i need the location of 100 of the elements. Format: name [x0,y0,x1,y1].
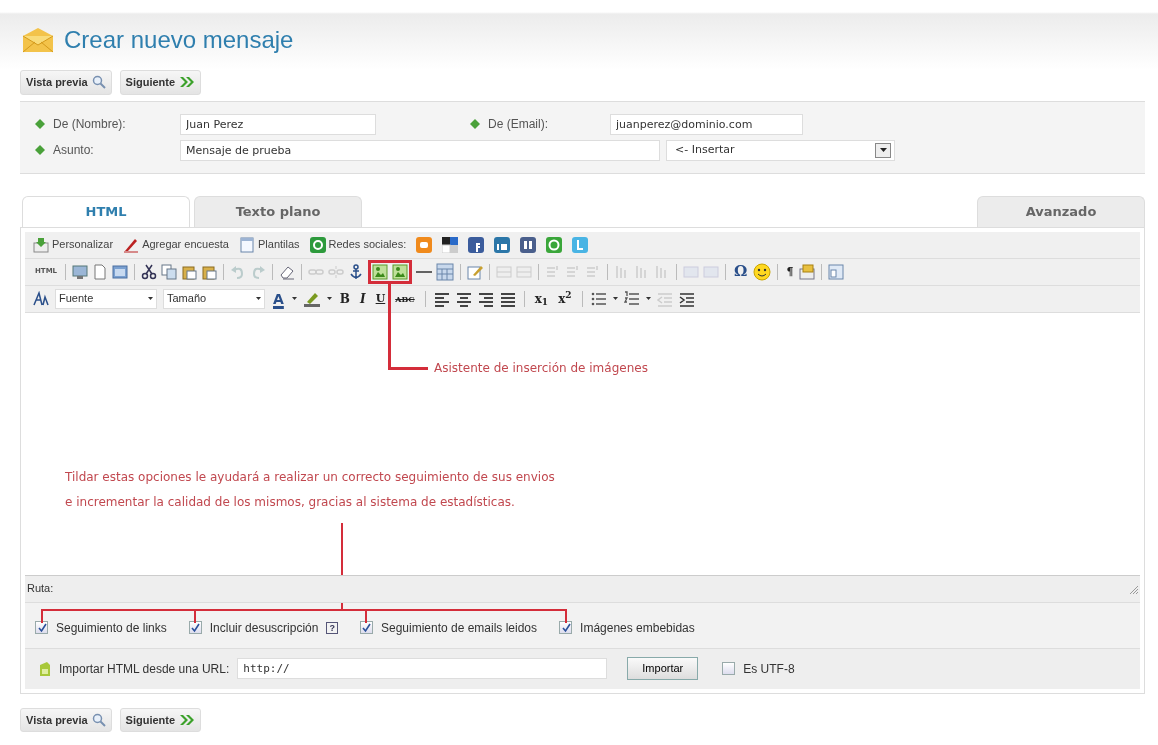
check-icon [36,622,47,633]
highlight-frame [368,259,413,284]
window-icon[interactable] [112,263,129,280]
special-character-button[interactable]: Ω [732,264,750,279]
help-button[interactable]: ? [326,621,338,634]
social-network-icon[interactable] [442,236,459,253]
paragraph-mark-button[interactable]: ¶ [784,266,796,277]
preview-button[interactable]: Vista previa [20,70,112,95]
dropdown[interactable]: Tamaño [163,288,265,309]
double-chevron-icon [179,713,196,726]
align-icon[interactable] [455,290,472,307]
annotation-text: Tildar estas opciones le ayudará a realizar un correcto seguimiento de sus envios [65,468,555,486]
double-chevron-icon [179,76,196,89]
checkbox[interactable] [35,621,48,634]
caret-icon[interactable] [645,297,651,300]
field-label: De (Email): [488,116,548,133]
tab[interactable]: Avanzado [977,195,1145,227]
social-network-icon[interactable] [520,236,537,253]
bullet-icon [35,119,45,129]
resize-handle-icon[interactable] [1128,583,1138,594]
numbered-list-icon[interactable] [623,290,640,307]
image-icon[interactable] [372,263,389,280]
annotation-text: e incrementar la calidad de los mismos, gracias al sistema de estadísticas. [65,493,516,511]
page-icon[interactable] [92,263,109,280]
envelope-icon [20,26,56,54]
preview-icon[interactable] [828,263,845,280]
checkbox-label: Seguimiento de links [56,619,167,637]
social-network-icon[interactable] [468,236,485,253]
insert-dropdown[interactable]: <- Insertar [666,139,895,161]
font-style-icon[interactable] [33,290,49,307]
share-icon [309,236,326,253]
leader-line [341,522,343,575]
align-icon[interactable] [499,290,516,307]
clipboard-icon[interactable] [201,263,218,280]
caret-icon [148,297,153,300]
input-field[interactable]: juanperez@dominio.com [610,113,803,135]
superscript-button[interactable]: x$^{2}$ [556,292,574,305]
align-icon[interactable] [477,290,494,307]
annotation-text: Asistente de inserción de imágenes [434,359,648,377]
scissors-icon[interactable] [141,263,158,280]
merge-cells-icon[interactable] [683,263,700,280]
caret-icon[interactable] [612,297,618,300]
toolbar-link[interactable]: Personalizar [33,236,114,253]
path-label: Ruta: [27,581,54,597]
strikethrough-button[interactable]: ABC [393,294,417,303]
checkbox-label: Seguimiento de emails leidos [380,619,538,637]
check-icon [190,622,201,633]
table-cell-icon[interactable] [496,263,513,280]
edit-icon[interactable] [467,263,484,280]
toolbar-link[interactable]: Agregar encuesta [123,236,229,253]
underline-button[interactable]: U [373,293,388,304]
template-icon[interactable] [799,263,816,280]
align-icon[interactable] [433,290,450,307]
input-field[interactable]: Juan Perez [180,113,376,135]
dropdown[interactable]: Fuente [55,288,157,309]
checkbox[interactable] [722,662,736,675]
next-button[interactable]: Siguiente [119,707,202,732]
bold-button[interactable]: B [337,292,352,305]
checkbox-label: Imágenes embebidas [580,619,695,637]
checkbox[interactable] [359,621,373,634]
merge-cells-icon[interactable] [703,263,720,280]
pen-icon [123,236,140,253]
bullet-list-icon[interactable] [590,290,607,307]
import-label: Importar HTML desde una URL: [59,660,230,678]
file-icon [39,660,51,677]
italic-button[interactable]: I [358,292,368,305]
field-label: De (Nombre): [53,116,126,133]
clipboard-icon[interactable] [181,263,198,280]
personalize-icon [33,236,49,253]
tab[interactable]: HTML [22,195,190,227]
table-icon[interactable] [436,262,455,281]
checkbox[interactable] [188,621,202,634]
caret-icon [256,297,261,300]
url-field[interactable]: http:// [237,658,608,679]
checkbox-label: Es UTF-8 [743,660,795,678]
indent-icon[interactable] [678,290,695,307]
anchor-icon[interactable] [348,263,365,280]
preview-button[interactable]: Vista previa [20,707,112,732]
image-icon[interactable] [392,263,409,280]
tab[interactable]: Texto plano [194,195,362,227]
checkbox-label: Incluir desuscripción [209,619,319,637]
search-icon [91,75,106,90]
caret-icon[interactable] [326,297,332,300]
caret-icon[interactable] [291,297,297,300]
checkbox[interactable] [559,621,573,634]
input-field[interactable]: Mensaje de prueba [180,139,660,161]
next-button[interactable]: Siguiente [119,70,202,95]
caret-icon [879,148,887,152]
text-color-button[interactable]: A [271,291,286,306]
toolbar-link[interactable]: Plantilas [239,236,300,253]
monitor-icon[interactable] [72,263,89,280]
page-title: Crear nuevo mensaje [64,25,294,55]
template-icon [239,236,255,253]
import-button[interactable]: Importar [627,657,699,680]
smiley-icon[interactable] [753,262,772,281]
highlighter-icon[interactable] [302,290,321,307]
bullet-icon [470,119,480,129]
subscript-button[interactable]: x$_{1}$ [532,292,551,305]
table-cell-icon[interactable] [516,263,533,280]
toolbar-link[interactable]: Redes sociales: [309,236,407,253]
